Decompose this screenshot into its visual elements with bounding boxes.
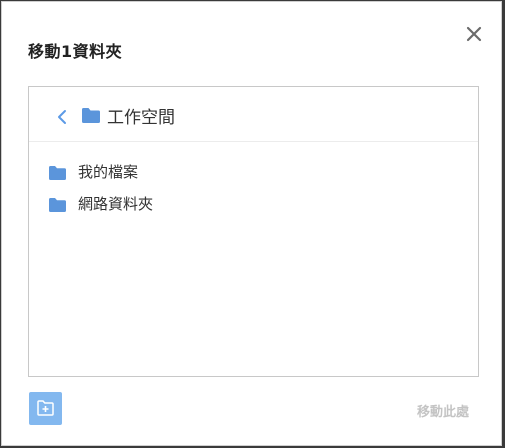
list-item-label: 我的檔案 [78, 163, 139, 181]
chevron-left-icon[interactable] [55, 109, 69, 125]
dialog-title: 移動1資料夾 [28, 42, 123, 61]
folder-icon [82, 108, 100, 123]
list-item-label: 網路資料夾 [78, 195, 154, 213]
list-item-network-folder[interactable]: 網路資料夾 [39, 189, 459, 217]
new-folder-button[interactable] [29, 392, 62, 425]
new-folder-icon [37, 400, 54, 416]
close-icon[interactable] [464, 24, 484, 44]
folder-browser-header: 工作空間 [29, 87, 478, 142]
folder-icon [49, 165, 66, 180]
move-dialog: 移動1資料夾 工作空間 我的檔案 網路資料夾 移動此處 [1, 1, 502, 446]
move-here-button[interactable]: 移動此處 [417, 401, 469, 420]
folder-browser: 工作空間 我的檔案 網路資料夾 [28, 86, 479, 377]
folder-icon [49, 197, 66, 212]
current-folder-label: 工作空間 [107, 108, 175, 128]
list-item-my-files[interactable]: 我的檔案 [39, 157, 459, 185]
